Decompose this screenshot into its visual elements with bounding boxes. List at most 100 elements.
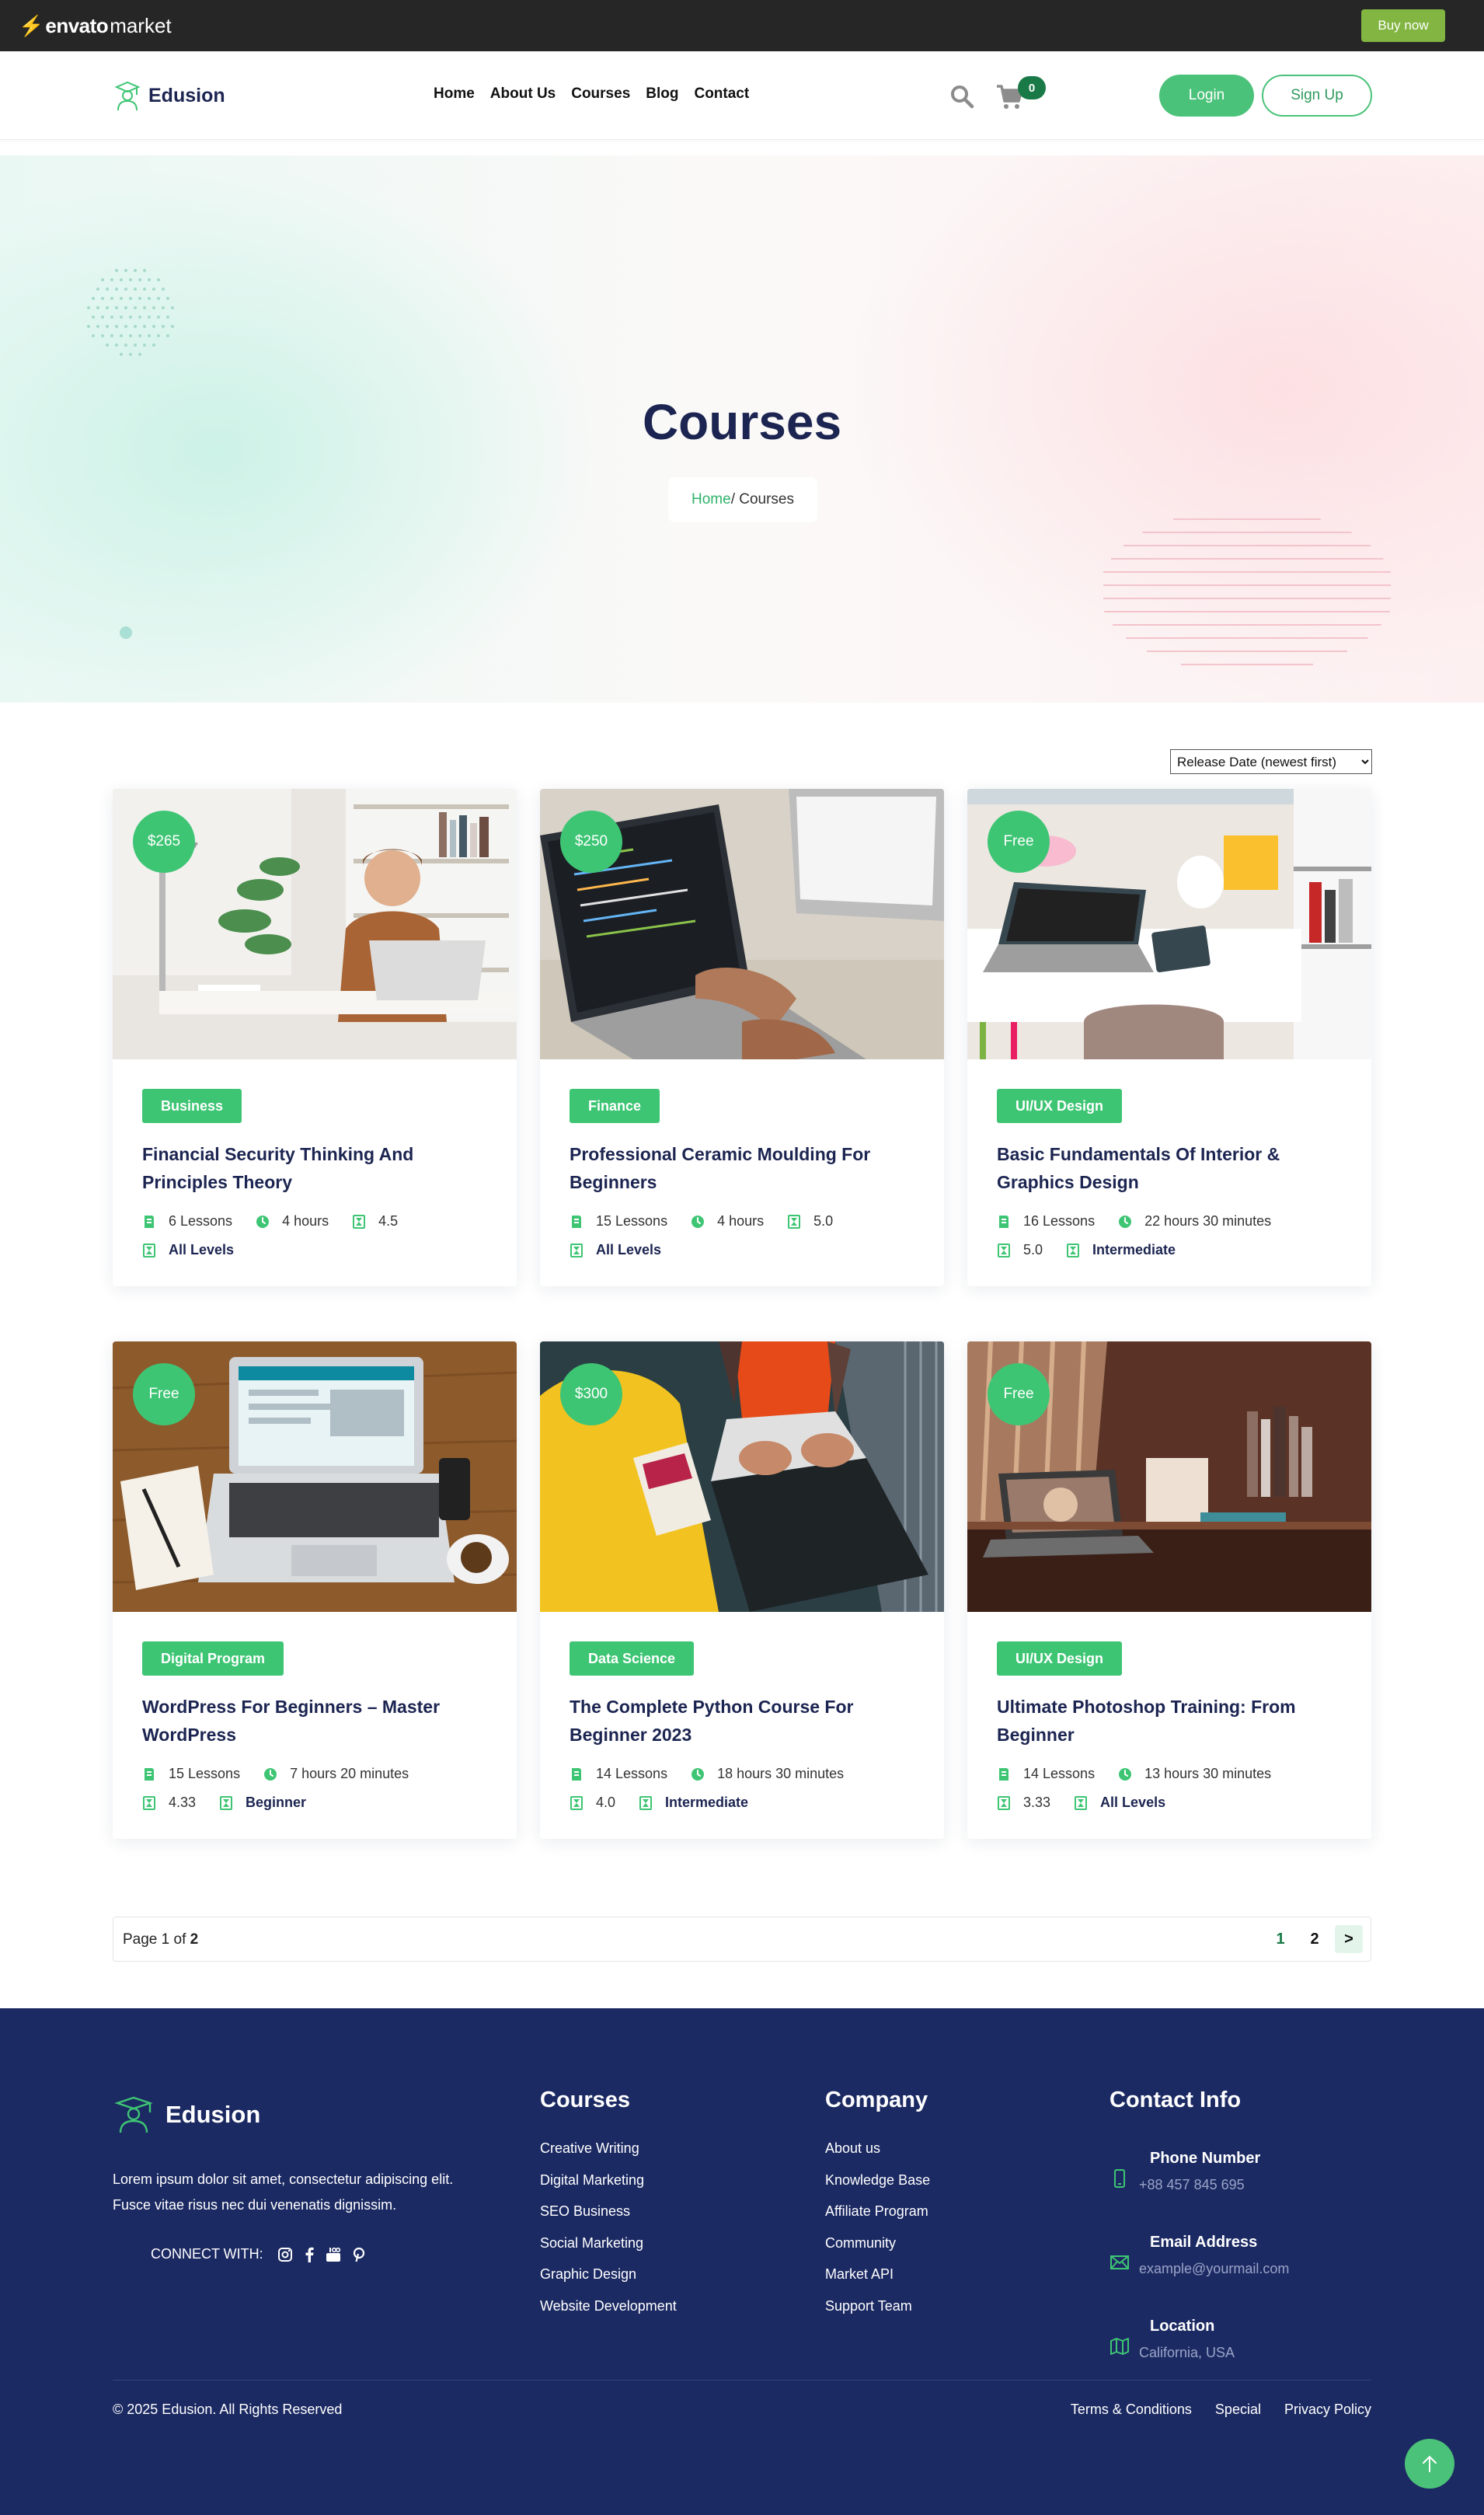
course-level: All Levels [596, 1242, 662, 1258]
category-tag[interactable]: UI/UX Design [997, 1641, 1123, 1676]
course-title[interactable]: Ultimate Photoshop Training: From Beginn… [997, 1693, 1339, 1749]
privacy-policy-link[interactable]: Privacy Policy [1284, 2402, 1371, 2418]
hourglass-icon [998, 1795, 1010, 1810]
footer-course-link[interactable]: Graphic Design [540, 2266, 677, 2298]
buy-now-button[interactable]: Buy now [1361, 9, 1445, 42]
course-card[interactable]: $300 Data Science The Complete Python Co… [540, 1341, 944, 1839]
course-meta-item: 4 hours [691, 1213, 764, 1230]
course-meta-item: 15 Lessons [142, 1766, 240, 1782]
graduate-icon [114, 2096, 153, 2133]
category-tag[interactable]: Digital Program [142, 1641, 284, 1676]
footer-brand-name: Edusion [165, 2101, 261, 2128]
course-meta-item: 13 hours 30 minutes [1118, 1766, 1271, 1782]
price-badge: Free [988, 811, 1050, 873]
course-meta-item: 4.0 [570, 1795, 615, 1811]
category-tag[interactable]: UI/UX Design [997, 1089, 1123, 1123]
email-icon [1110, 2255, 1129, 2269]
footer-course-link[interactable]: Digital Marketing [540, 2172, 677, 2204]
category-tag[interactable]: Finance [570, 1089, 660, 1123]
copyright-text: © 2025 Edusion. All Rights Reserved [113, 2402, 343, 2417]
course-meta: 16 Lessons 22 hours 30 minutes 5.0 Interme… [997, 1207, 1354, 1264]
course-meta-value: 16 Lessons [1023, 1213, 1096, 1229]
arrow-up-icon [1423, 2455, 1437, 2472]
category-tag[interactable]: Data Science [570, 1641, 695, 1676]
footer-course-link[interactable]: Creative Writing [540, 2140, 677, 2172]
login-button[interactable]: Login [1159, 75, 1254, 117]
email-value[interactable]: example@yourmail.com [1139, 2261, 1289, 2277]
course-title[interactable]: WordPress For Beginners – Master WordPre… [142, 1693, 484, 1749]
back-to-top-button[interactable] [1405, 2439, 1454, 2489]
next-page-button[interactable]: > [1335, 1925, 1363, 1953]
footer-course-link[interactable]: Social Marketing [540, 2235, 677, 2267]
course-card[interactable]: Free Digital Program WordPress For Begin… [113, 1341, 517, 1839]
course-card[interactable]: $250 Finance Professional Ceramic Mouldi… [540, 789, 944, 1286]
course-meta-item: 7 hours 20 minutes [263, 1766, 409, 1782]
course-meta-row: 3.33 All Levels [997, 1788, 1354, 1817]
location-label: Location [1150, 2318, 1215, 2335]
search-icon[interactable] [949, 84, 974, 109]
nav-blog[interactable]: Blog [646, 85, 678, 103]
nav-home[interactable]: Home [434, 85, 475, 103]
hourglass-icon [143, 1243, 155, 1258]
envato-leaf-icon: ⚡ [19, 13, 44, 37]
lessons-icon [999, 1215, 1008, 1228]
course-meta-value: 4 hours [282, 1213, 329, 1229]
course-title[interactable]: The Complete Python Course For Beginner … [570, 1693, 911, 1749]
terms-link[interactable]: Terms & Conditions [1071, 2402, 1192, 2418]
signup-button[interactable]: Sign Up [1262, 75, 1372, 117]
legal-links: Terms & Conditions Special Privacy Polic… [1071, 2402, 1371, 2418]
pinterest-icon[interactable] [352, 2247, 366, 2262]
category-tag[interactable]: Business [142, 1089, 242, 1123]
footer-course-link[interactable]: SEO Business [540, 2203, 677, 2235]
course-meta-item: Beginner [219, 1795, 306, 1811]
nav-contact[interactable]: Contact [694, 85, 749, 103]
facebook-icon[interactable] [304, 2247, 315, 2262]
page-link-1[interactable]: 1 [1266, 1925, 1294, 1953]
breadcrumb-home[interactable]: Home [691, 491, 731, 508]
page-info-total: 2 [190, 1931, 199, 1948]
clock-icon [691, 1767, 705, 1781]
footer-company-link[interactable]: About us [825, 2140, 930, 2172]
nav-about-us[interactable]: About Us [490, 85, 556, 103]
course-title[interactable]: Professional Ceramic Moulding For Beginn… [570, 1140, 911, 1196]
brand-logo[interactable]: Edusion [113, 79, 225, 112]
sort-select[interactable]: Release Date (newest first) [1170, 749, 1372, 774]
course-level: Intermediate [1092, 1242, 1176, 1258]
footer-brand[interactable]: Edusion [113, 2095, 260, 2134]
course-meta-value: 22 hours 30 minutes [1144, 1213, 1272, 1229]
course-card[interactable]: Free UI/UX Design Ultimate Photoshop Tra… [967, 1341, 1371, 1839]
course-meta-item: 5.0 [787, 1213, 833, 1230]
page-link-2[interactable]: 2 [1301, 1925, 1329, 1953]
footer-company-link[interactable]: Support Team [825, 2298, 930, 2330]
footer-company-link[interactable]: Community [825, 2235, 930, 2267]
phone-icon [1114, 2169, 1125, 2188]
course-meta: 14 Lessons 18 hours 30 minutes 4.0 Interme… [570, 1760, 927, 1817]
footer-company-link[interactable]: Knowledge Base [825, 2172, 930, 2204]
youtube-icon[interactable] [326, 2247, 341, 2262]
envato-logo[interactable]: ⚡ envato market [19, 12, 172, 40]
phone-value[interactable]: +88 457 845 695 [1139, 2177, 1260, 2193]
footer-company-link[interactable]: Market API [825, 2266, 930, 2298]
course-meta-row: 6 Lessons 4 hours 4.5 [142, 1207, 500, 1236]
course-meta-item: All Levels [570, 1242, 661, 1258]
instagram-icon[interactable] [277, 2247, 293, 2262]
price-badge: Free [988, 1363, 1050, 1425]
footer-course-link[interactable]: Website Development [540, 2298, 677, 2330]
course-meta-item: 4.5 [352, 1213, 398, 1230]
course-meta-item: 14 Lessons [997, 1766, 1095, 1782]
course-meta: 15 Lessons 4 hours 5.0 All Levels [570, 1207, 927, 1264]
course-card[interactable]: Free UI/UX Design Basic Fundamentals Of … [967, 789, 1371, 1286]
course-meta-item: Intermediate [639, 1795, 748, 1811]
contact-phone: Phone Number +88 457 845 695 [1110, 2150, 1260, 2193]
special-link[interactable]: Special [1215, 2402, 1261, 2418]
course-meta-value: 13 hours 30 minutes [1144, 1766, 1272, 1781]
hourglass-icon [353, 1214, 366, 1229]
lessons-icon [572, 1215, 581, 1228]
nav-courses[interactable]: Courses [571, 85, 630, 103]
footer-company-link[interactable]: Affiliate Program [825, 2203, 930, 2235]
course-meta-value: 15 Lessons [596, 1213, 668, 1229]
course-title[interactable]: Basic Fundamentals Of Interior & Graphic… [997, 1140, 1339, 1196]
course-card[interactable]: $265 Business Financial Security Thinkin… [113, 789, 517, 1286]
footer-contact-title: Contact Info [1110, 2088, 1242, 2112]
course-title[interactable]: Financial Security Thinking And Principl… [142, 1140, 484, 1196]
